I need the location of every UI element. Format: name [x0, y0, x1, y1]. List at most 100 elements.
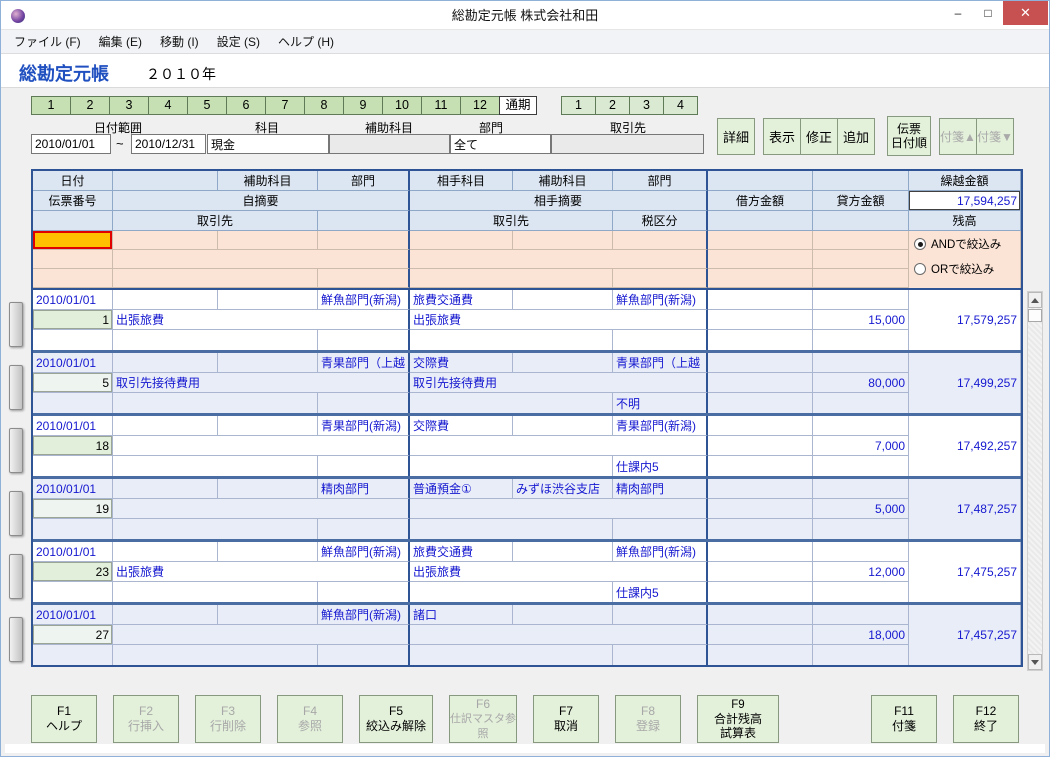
cell-debit[interactable] [708, 310, 813, 330]
filter-cell[interactable] [410, 250, 708, 269]
tab-month-2[interactable]: 2 [70, 96, 110, 115]
cell-dept-counter[interactable]: 鮮魚部門(新潟) [613, 542, 708, 562]
cell-voucher-no[interactable]: 1 [33, 310, 113, 330]
filter-cell[interactable] [410, 269, 613, 288]
scroll-down-button[interactable] [1028, 654, 1042, 670]
menu-move[interactable]: 移動 (I) [151, 30, 208, 53]
filter-cell[interactable] [318, 231, 410, 250]
cell-tax-class[interactable] [613, 519, 708, 539]
cell-date[interactable]: 2010/01/01 [33, 605, 113, 625]
cell-dept-counter[interactable]: 鮮魚部門(新潟) [613, 290, 708, 310]
cell-debit[interactable] [708, 625, 813, 645]
cell-date[interactable]: 2010/01/01 [33, 416, 113, 436]
cell-dept-self[interactable]: 鮮魚部門(新潟) [318, 290, 410, 310]
cell-self-memo[interactable]: 取引先接待費用 [113, 373, 410, 393]
tab-month-7[interactable]: 7 [265, 96, 305, 115]
tab-quarter-2[interactable]: 2 [595, 96, 630, 115]
cell-debit[interactable] [708, 562, 813, 582]
cell-self-memo[interactable] [113, 499, 410, 519]
cell-date[interactable]: 2010/01/01 [33, 542, 113, 562]
f9-trial-balance-button[interactable]: F9 合計残高 試算表 [697, 695, 779, 743]
radio-unselected-icon[interactable] [914, 263, 926, 275]
minimize-button[interactable]: – [943, 1, 973, 25]
filter-cell-active[interactable] [33, 231, 113, 250]
radio-selected-icon[interactable] [914, 238, 926, 250]
partner-input[interactable] [551, 134, 704, 154]
row-drag-handle[interactable] [9, 617, 23, 662]
filter-cell[interactable] [613, 231, 708, 250]
filter-cell[interactable] [513, 231, 613, 250]
cell-partner-self[interactable] [113, 519, 318, 539]
cell-dept-counter[interactable]: 青果部門(新潟) [613, 416, 708, 436]
scroll-up-button[interactable] [1028, 292, 1042, 308]
cell-dept-counter[interactable]: 精肉部門 [613, 479, 708, 499]
tab-month-9[interactable]: 9 [343, 96, 383, 115]
row-drag-handle[interactable] [9, 302, 23, 347]
display-button[interactable]: 表示 [763, 118, 801, 155]
tab-month-5[interactable]: 5 [187, 96, 227, 115]
f6-journal-master-button[interactable]: F6 仕訳マスタ参照 [449, 695, 517, 743]
cell-tax-class[interactable]: 仕課内5 [613, 456, 708, 476]
f5-clear-filter-button[interactable]: F5 絞込み解除 [359, 695, 433, 743]
cell-counter-subaccount[interactable] [513, 605, 613, 625]
cell-partner-self[interactable] [113, 645, 318, 665]
cell-voucher-no[interactable]: 23 [33, 562, 113, 582]
cell-debit[interactable] [708, 436, 813, 456]
cell-date[interactable]: 2010/01/01 [33, 353, 113, 373]
cell-partner-counter[interactable] [410, 645, 613, 665]
cell-counter-subaccount[interactable]: みずほ渋谷支店 [513, 479, 613, 499]
cell-dept-self[interactable]: 鮮魚部門(新潟) [318, 605, 410, 625]
filter-cell[interactable] [813, 231, 909, 250]
and-filter-option[interactable]: ANDで絞込み [914, 236, 1001, 252]
tab-month-8[interactable]: 8 [304, 96, 344, 115]
cell-partner-counter[interactable] [410, 582, 613, 602]
filter-cell[interactable] [813, 269, 909, 288]
cell-dept-counter[interactable]: 青果部門（上越 [613, 353, 708, 373]
menu-help[interactable]: ヘルプ (H) [269, 30, 343, 53]
cell-counter-memo[interactable] [410, 436, 708, 456]
cell-date[interactable]: 2010/01/01 [33, 290, 113, 310]
or-filter-option[interactable]: ORで絞込み [914, 261, 994, 277]
cell-counter-subaccount[interactable] [513, 542, 613, 562]
cell-credit[interactable]: 80,000 [813, 373, 909, 393]
cell-counter-account[interactable]: 諸口 [410, 605, 513, 625]
filter-cell[interactable] [113, 269, 318, 288]
scrollbar-thumb[interactable] [1028, 309, 1042, 322]
tab-month-3[interactable]: 3 [109, 96, 149, 115]
cell-counter-account[interactable]: 普通預金① [410, 479, 513, 499]
f3-delete-row-button[interactable]: F3 行削除 [195, 695, 261, 743]
account-input[interactable] [207, 134, 329, 154]
menu-file[interactable]: ファイル (F) [5, 30, 90, 53]
tab-quarter-3[interactable]: 3 [629, 96, 664, 115]
cell-credit[interactable]: 15,000 [813, 310, 909, 330]
modify-button[interactable]: 修正 [800, 118, 838, 155]
cell-voucher-no[interactable]: 19 [33, 499, 113, 519]
tab-month-4[interactable]: 4 [148, 96, 188, 115]
cell-credit[interactable]: 18,000 [813, 625, 909, 645]
cell-partner-self[interactable] [113, 330, 318, 350]
cell-self-memo[interactable]: 出張旅費 [113, 310, 410, 330]
cell-voucher-no[interactable]: 27 [33, 625, 113, 645]
cell-date[interactable]: 2010/01/01 [33, 479, 113, 499]
filter-cell[interactable] [813, 250, 909, 269]
cell-partner-counter[interactable] [410, 330, 613, 350]
cell-credit[interactable]: 5,000 [813, 499, 909, 519]
cell-tax-class[interactable]: 仕課内5 [613, 582, 708, 602]
cell-partner-counter[interactable] [410, 393, 613, 413]
date-from-input[interactable] [31, 134, 111, 154]
cell-counter-memo[interactable]: 出張旅費 [410, 562, 708, 582]
vertical-scrollbar[interactable] [1027, 291, 1043, 671]
cell-credit[interactable]: 12,000 [813, 562, 909, 582]
cell-self-memo[interactable]: 出張旅費 [113, 562, 410, 582]
tab-month-10[interactable]: 10 [382, 96, 422, 115]
cell-partner-counter[interactable] [410, 519, 613, 539]
cell-partner-self[interactable] [113, 456, 318, 476]
cell-partner-self[interactable] [113, 393, 318, 413]
filter-cell[interactable] [33, 250, 113, 269]
filter-cell[interactable] [33, 269, 113, 288]
tab-full-period[interactable]: 通期 [499, 96, 537, 115]
close-button[interactable]: ✕ [1003, 1, 1048, 25]
f1-help-button[interactable]: F1 ヘルプ [31, 695, 97, 743]
cell-counter-account[interactable]: 交際費 [410, 416, 513, 436]
filter-cell[interactable] [410, 231, 513, 250]
